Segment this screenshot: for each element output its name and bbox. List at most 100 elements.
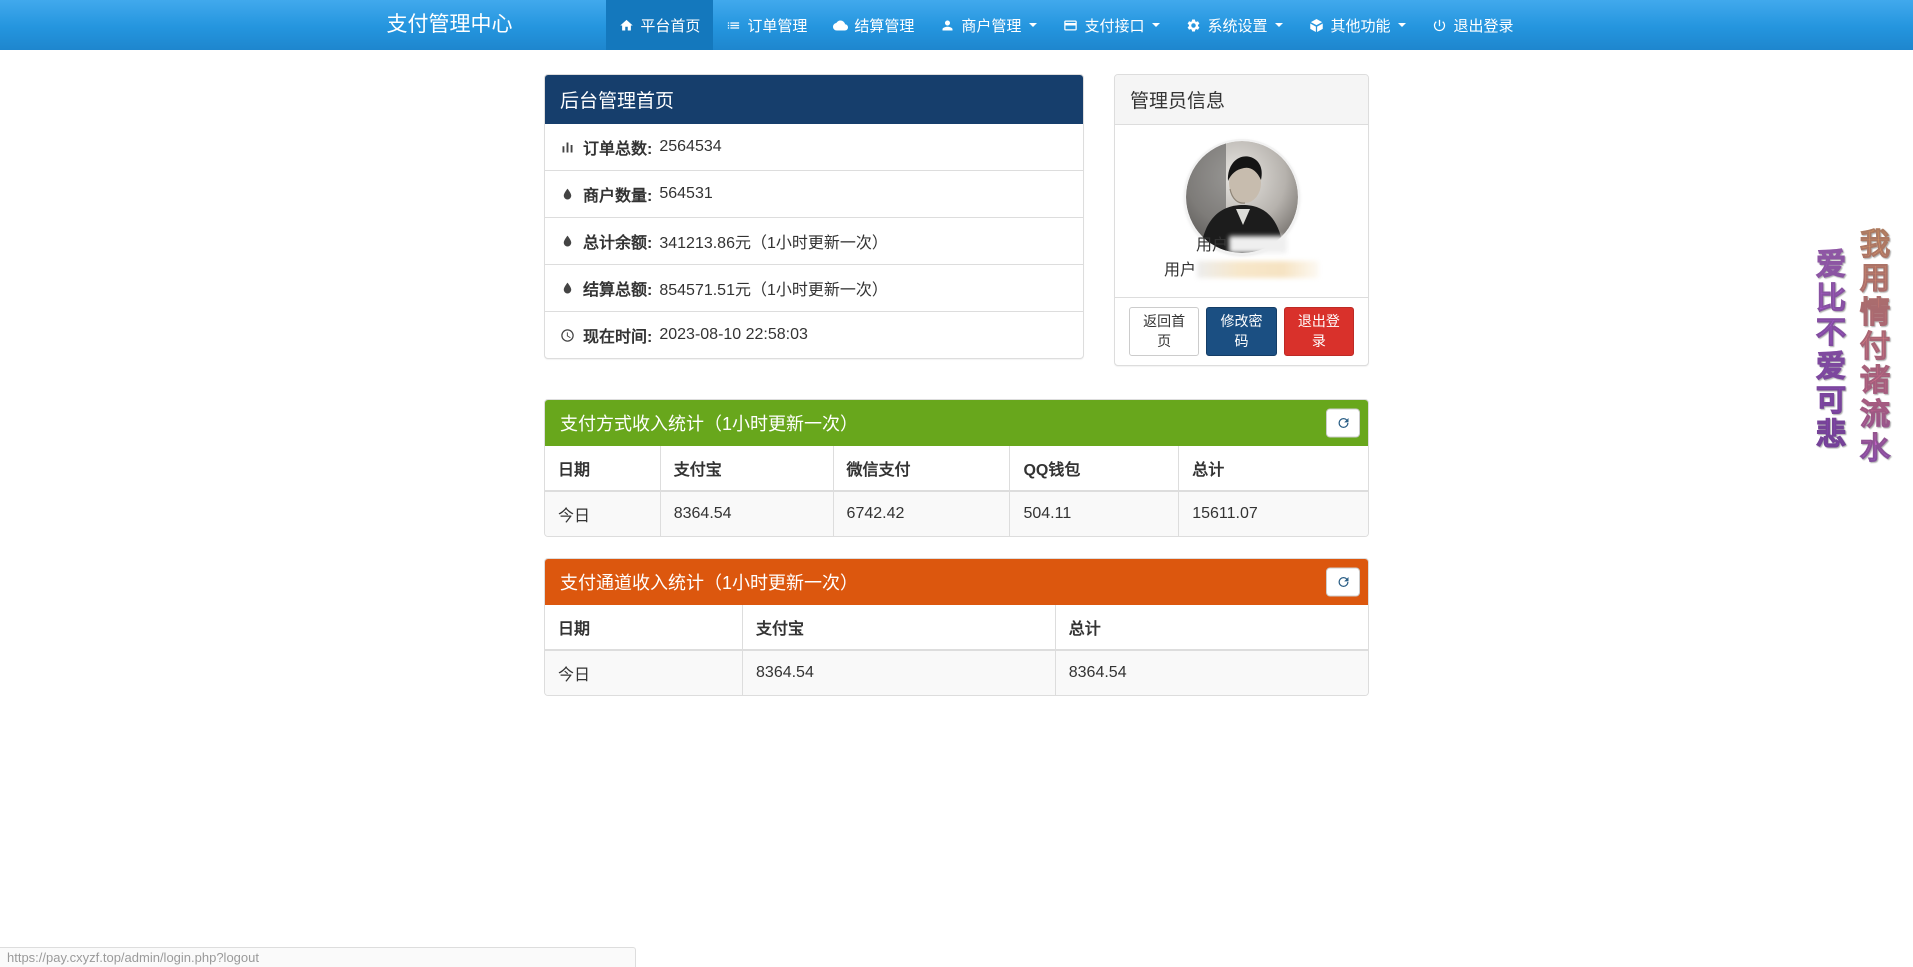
stat-row-order-total: 订单总数: 2564534 — [545, 124, 1083, 170]
home-stats-panel: 后台管理首页 订单总数: 2564534 商户数量: 564531 总计余额: … — [544, 74, 1084, 359]
column-header: 微信支付 — [833, 446, 1010, 491]
nav-item-logout[interactable]: 退出登录 — [1419, 0, 1526, 50]
userinfo-redacted — [1197, 261, 1319, 278]
list-icon — [726, 18, 741, 33]
cell-date: 今日 — [545, 491, 660, 536]
panel-title: 管理员信息 — [1115, 75, 1368, 125]
credit-card-icon — [1063, 18, 1078, 33]
payment-method-table: 日期 支付宝 微信支付 QQ钱包 总计 今日 8364.54 6742.42 5… — [545, 446, 1368, 536]
admin-user-lines: 用户 用户 — [1127, 233, 1356, 283]
stat-value: 564531 — [659, 185, 712, 203]
logout-button[interactable]: 退出登录 — [1284, 307, 1354, 356]
column-header: 日期 — [545, 446, 660, 491]
table-header-row: 日期 支付宝 总计 — [545, 605, 1368, 650]
cell-total: 15611.07 — [1179, 491, 1368, 536]
stat-value: 2023-08-10 22:58:03 — [659, 326, 808, 344]
cloud-icon — [833, 18, 848, 33]
cell-wechat: 6742.42 — [833, 491, 1010, 536]
nav-item-platform-home[interactable]: 平台首页 — [606, 0, 713, 50]
stat-row-current-time: 现在时间: 2023-08-10 22:58:03 — [545, 311, 1083, 358]
nav-item-system-settings[interactable]: 系统设置 — [1173, 0, 1296, 50]
nav-item-payment-interface[interactable]: 支付接口 — [1050, 0, 1173, 50]
payment-method-stats-panel: 支付方式收入统计（1小时更新一次） 日期 支付宝 微信支付 QQ钱包 总计 今日… — [544, 399, 1369, 537]
refresh-button[interactable] — [1326, 568, 1360, 597]
watermark-line-1: 我用情付诸流水 — [1849, 228, 1893, 466]
admin-info-body: 用户 用户 — [1115, 125, 1368, 297]
tint-icon — [560, 234, 575, 249]
tint-icon — [560, 281, 575, 296]
stat-value: 2564534 — [659, 138, 721, 156]
payment-method-stats-header: 支付方式收入统计（1小时更新一次） — [545, 400, 1368, 446]
cell-qq-wallet: 504.11 — [1010, 491, 1179, 536]
cell-date: 今日 — [545, 650, 743, 695]
payment-channel-stats-panel: 支付通道收入统计（1小时更新一次） 日期 支付宝 总计 今日 8364.54 8… — [544, 558, 1369, 696]
stat-label: 订单总数: — [583, 135, 652, 159]
cell-alipay: 8364.54 — [743, 650, 1056, 695]
stat-value: 854571.51元（1小时更新一次） — [659, 276, 888, 300]
table-row: 今日 8364.54 6742.42 504.11 15611.07 — [545, 491, 1368, 536]
stat-row-settlement-total: 结算总额: 854571.51元（1小时更新一次） — [545, 264, 1083, 311]
admin-info-panel: 管理员信息 — [1114, 74, 1369, 366]
payment-channel-stats-header: 支付通道收入统计（1小时更新一次） — [545, 559, 1368, 605]
clock-icon — [560, 328, 575, 343]
cube-icon — [1309, 18, 1324, 33]
panel-title: 后台管理首页 — [545, 75, 1083, 124]
nav-item-other-functions[interactable]: 其他功能 — [1296, 0, 1419, 50]
payment-channel-table: 日期 支付宝 总计 今日 8364.54 8364.54 — [545, 605, 1368, 695]
stat-label: 现在时间: — [583, 323, 652, 347]
nav-item-label: 支付接口 — [1084, 15, 1144, 36]
chevron-down-icon — [1275, 23, 1283, 27]
watermark-line-2: 爱比不爱可悲 — [1805, 248, 1849, 466]
panel-title: 支付通道收入统计（1小时更新一次） — [560, 573, 858, 593]
app-title: 支付管理中心 — [387, 0, 513, 50]
main-container: 后台管理首页 订单总数: 2564534 商户数量: 564531 总计余额: … — [544, 74, 1369, 696]
nav-item-label: 结算管理 — [854, 15, 914, 36]
nav-item-label: 退出登录 — [1453, 15, 1513, 36]
power-icon — [1432, 18, 1447, 33]
panel-title: 支付方式收入统计（1小时更新一次） — [560, 414, 858, 434]
change-password-button[interactable]: 修改密码 — [1206, 307, 1276, 356]
admin-username-line: 用户 — [1127, 233, 1356, 258]
back-home-button[interactable]: 返回首页 — [1129, 307, 1199, 356]
tint-icon — [560, 187, 575, 202]
refresh-button[interactable] — [1326, 409, 1360, 438]
home-icon — [619, 18, 634, 33]
cell-alipay: 8364.54 — [660, 491, 833, 536]
user-icon — [940, 18, 955, 33]
column-header: 总计 — [1055, 605, 1368, 650]
nav-item-label: 商户管理 — [961, 15, 1021, 36]
chevron-down-icon — [1029, 23, 1037, 27]
top-navbar: 支付管理中心 平台首页 订单管理 结算管理 商户管理 支付接口 — [0, 0, 1913, 50]
stat-row-merchant-count: 商户数量: 564531 — [545, 170, 1083, 217]
table-row: 今日 8364.54 8364.54 — [545, 650, 1368, 695]
username-prefix: 用户 — [1196, 237, 1228, 254]
nav-item-label: 平台首页 — [640, 15, 700, 36]
admin-userinfo-line: 用户 — [1127, 258, 1356, 283]
chevron-down-icon — [1398, 23, 1406, 27]
stat-row-total-balance: 总计余额: 341213.86元（1小时更新一次） — [545, 217, 1083, 264]
admin-info-column: 管理员信息 — [1114, 74, 1369, 366]
main-menu: 平台首页 订单管理 结算管理 商户管理 支付接口 系统 — [606, 0, 1526, 50]
top-row: 后台管理首页 订单总数: 2564534 商户数量: 564531 总计余额: … — [544, 74, 1369, 366]
column-header: 总计 — [1179, 446, 1368, 491]
refresh-icon — [1336, 416, 1351, 431]
navbar-container: 支付管理中心 平台首页 订单管理 结算管理 商户管理 支付接口 — [387, 0, 1527, 50]
column-header: 支付宝 — [660, 446, 833, 491]
nav-item-order-management[interactable]: 订单管理 — [713, 0, 820, 50]
home-stats-column: 后台管理首页 订单总数: 2564534 商户数量: 564531 总计余额: … — [544, 74, 1084, 366]
table-header-row: 日期 支付宝 微信支付 QQ钱包 总计 — [545, 446, 1368, 491]
nav-item-label: 其他功能 — [1330, 15, 1390, 36]
vertical-watermark: 我用情付诸流水 爱比不爱可悲 — [1805, 228, 1893, 466]
status-bar-url: https://pay.cxyzf.top/admin/login.php?lo… — [7, 950, 259, 965]
admin-info-footer: 返回首页 修改密码 退出登录 — [1115, 297, 1368, 365]
browser-status-bar: https://pay.cxyzf.top/admin/login.php?lo… — [0, 947, 636, 967]
nav-item-settlement-management[interactable]: 结算管理 — [820, 0, 927, 50]
nav-item-merchant-management[interactable]: 商户管理 — [927, 0, 1050, 50]
column-header: 日期 — [545, 605, 743, 650]
stat-label: 结算总额: — [583, 276, 652, 300]
bar-chart-icon — [560, 140, 575, 155]
nav-item-label: 订单管理 — [747, 15, 807, 36]
userinfo-prefix: 用户 — [1164, 262, 1196, 279]
stat-value: 341213.86元（1小时更新一次） — [659, 229, 888, 253]
gear-icon — [1186, 18, 1201, 33]
